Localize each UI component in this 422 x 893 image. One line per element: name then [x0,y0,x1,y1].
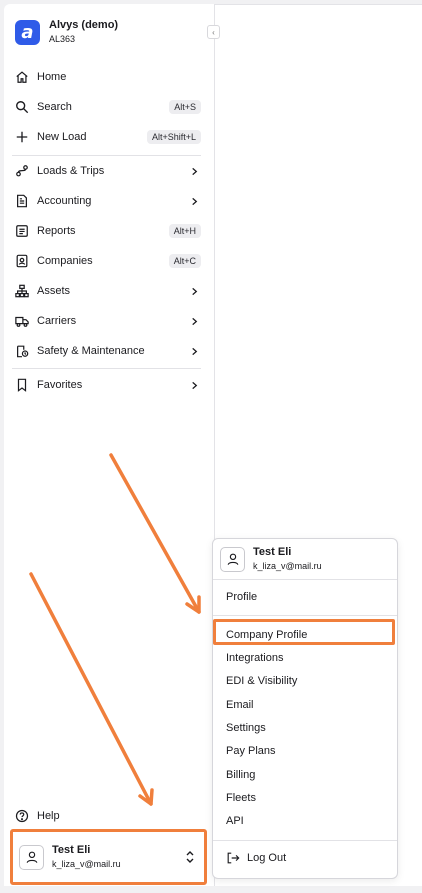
route-icon [14,163,30,179]
plus-icon [14,129,30,145]
sidebar-item-label: Home [37,71,67,83]
sidebar-item-accounting[interactable]: Accounting [12,189,203,213]
sidebar-item-label: Carriers [37,315,77,327]
bookmark-icon [14,377,30,393]
sidebar-item-label: Loads & Trips [37,165,105,177]
nav-divider [12,368,201,369]
accounting-icon [14,193,30,209]
sidebar-item-label: Favorites [37,379,83,391]
sidebar-item-label: Companies [37,255,93,267]
sidebar-item-new-load[interactable]: New Load Alt+Shift+L [12,125,203,149]
chevron-right-icon [188,379,200,391]
menu-divider [213,840,397,841]
org-switcher[interactable]: a Alvys (demo) AL363 [15,19,118,45]
menu-item-profile[interactable]: Profile [226,590,257,604]
log-out-icon [227,852,240,864]
chevron-left-icon: ‹ [212,27,215,37]
menu-item-pay-plans[interactable]: Pay Plans [226,744,276,758]
menu-item-edi-visibility[interactable]: EDI & Visibility [226,674,297,688]
chevron-right-icon [188,165,200,177]
sidebar-item-help[interactable]: Help [12,804,203,828]
sidebar-item-loads-trips[interactable]: Loads & Trips [12,159,203,183]
org-name: Alvys (demo) [49,19,119,31]
chevron-right-icon [188,315,200,327]
menu-item-settings[interactable]: Settings [226,721,266,735]
chevron-right-icon [188,345,200,357]
chevron-right-icon [188,285,200,297]
chevron-up-down-icon [186,851,194,863]
user-dropdown-menu: Test Eli k_liza_v@mail.ru Profile Compan… [212,538,398,879]
sidebar-item-companies[interactable]: Companies Alt+C [12,249,203,273]
sidebar-item-label: Help [37,810,60,822]
truck-icon [14,313,30,329]
menu-item-api[interactable]: API [226,814,244,828]
menu-item-email[interactable]: Email [226,698,254,712]
user-icon [227,553,238,565]
sidebar-item-safety-maintenance[interactable]: Safety & Maintenance [12,339,203,363]
sidebar-item-home[interactable]: Home [12,65,203,89]
user-email: k_liza_v@mail.ru [253,561,322,571]
companies-icon [14,253,30,269]
nav-divider [12,155,201,156]
dropdown-user-header: Test Eli k_liza_v@mail.ru [220,546,322,572]
search-icon [14,99,30,115]
sidebar-item-search[interactable]: Search Alt+S [12,95,203,119]
sidebar-item-label: Assets [37,285,71,297]
sidebar-item-carriers[interactable]: Carriers [12,309,203,333]
shortcut-badge: Alt+S [169,100,201,114]
menu-item-fleets[interactable]: Fleets [226,791,256,805]
org-logo: a [15,19,40,45]
menu-item-integrations[interactable]: Integrations [226,651,283,665]
collapse-sidebar-button[interactable]: ‹ [207,25,220,39]
log-out-button[interactable]: Log Out [226,851,286,865]
shortcut-badge: Alt+H [168,224,201,238]
user-name: Test Eli [52,844,91,856]
sidebar-item-assets[interactable]: Assets [12,279,203,303]
hierarchy-icon [14,283,30,299]
safety-icon [14,343,30,359]
sidebar-item-label: Reports [37,225,76,237]
user-menu-button[interactable]: Test Eli k_liza_v@mail.ru [10,829,207,885]
chevron-right-icon [188,195,200,207]
sidebar-item-label: New Load [37,131,87,143]
menu-item-billing[interactable]: Billing [226,768,255,782]
avatar [19,844,44,870]
sidebar-item-label: Search [37,101,72,113]
user-name: Test Eli [253,546,292,558]
sidebar-item-favorites[interactable]: Favorites [12,373,203,397]
menu-item-company-profile[interactable]: Company Profile [226,628,307,642]
reports-icon [14,223,30,239]
sidebar-item-label: Safety & Maintenance [37,345,145,357]
sidebar-item-label: Accounting [37,195,92,207]
menu-divider [213,579,397,580]
user-email: k_liza_v@mail.ru [52,859,121,869]
menu-divider [213,615,397,616]
user-icon [26,851,37,863]
shortcut-badge: Alt+Shift+L [146,130,201,144]
org-code: AL363 [49,34,76,44]
home-icon [14,69,30,85]
shortcut-badge: Alt+C [168,254,201,268]
avatar [220,546,245,572]
help-icon [14,808,30,824]
log-out-label: Log Out [247,852,287,864]
sidebar-item-reports[interactable]: Reports Alt+H [12,219,203,243]
